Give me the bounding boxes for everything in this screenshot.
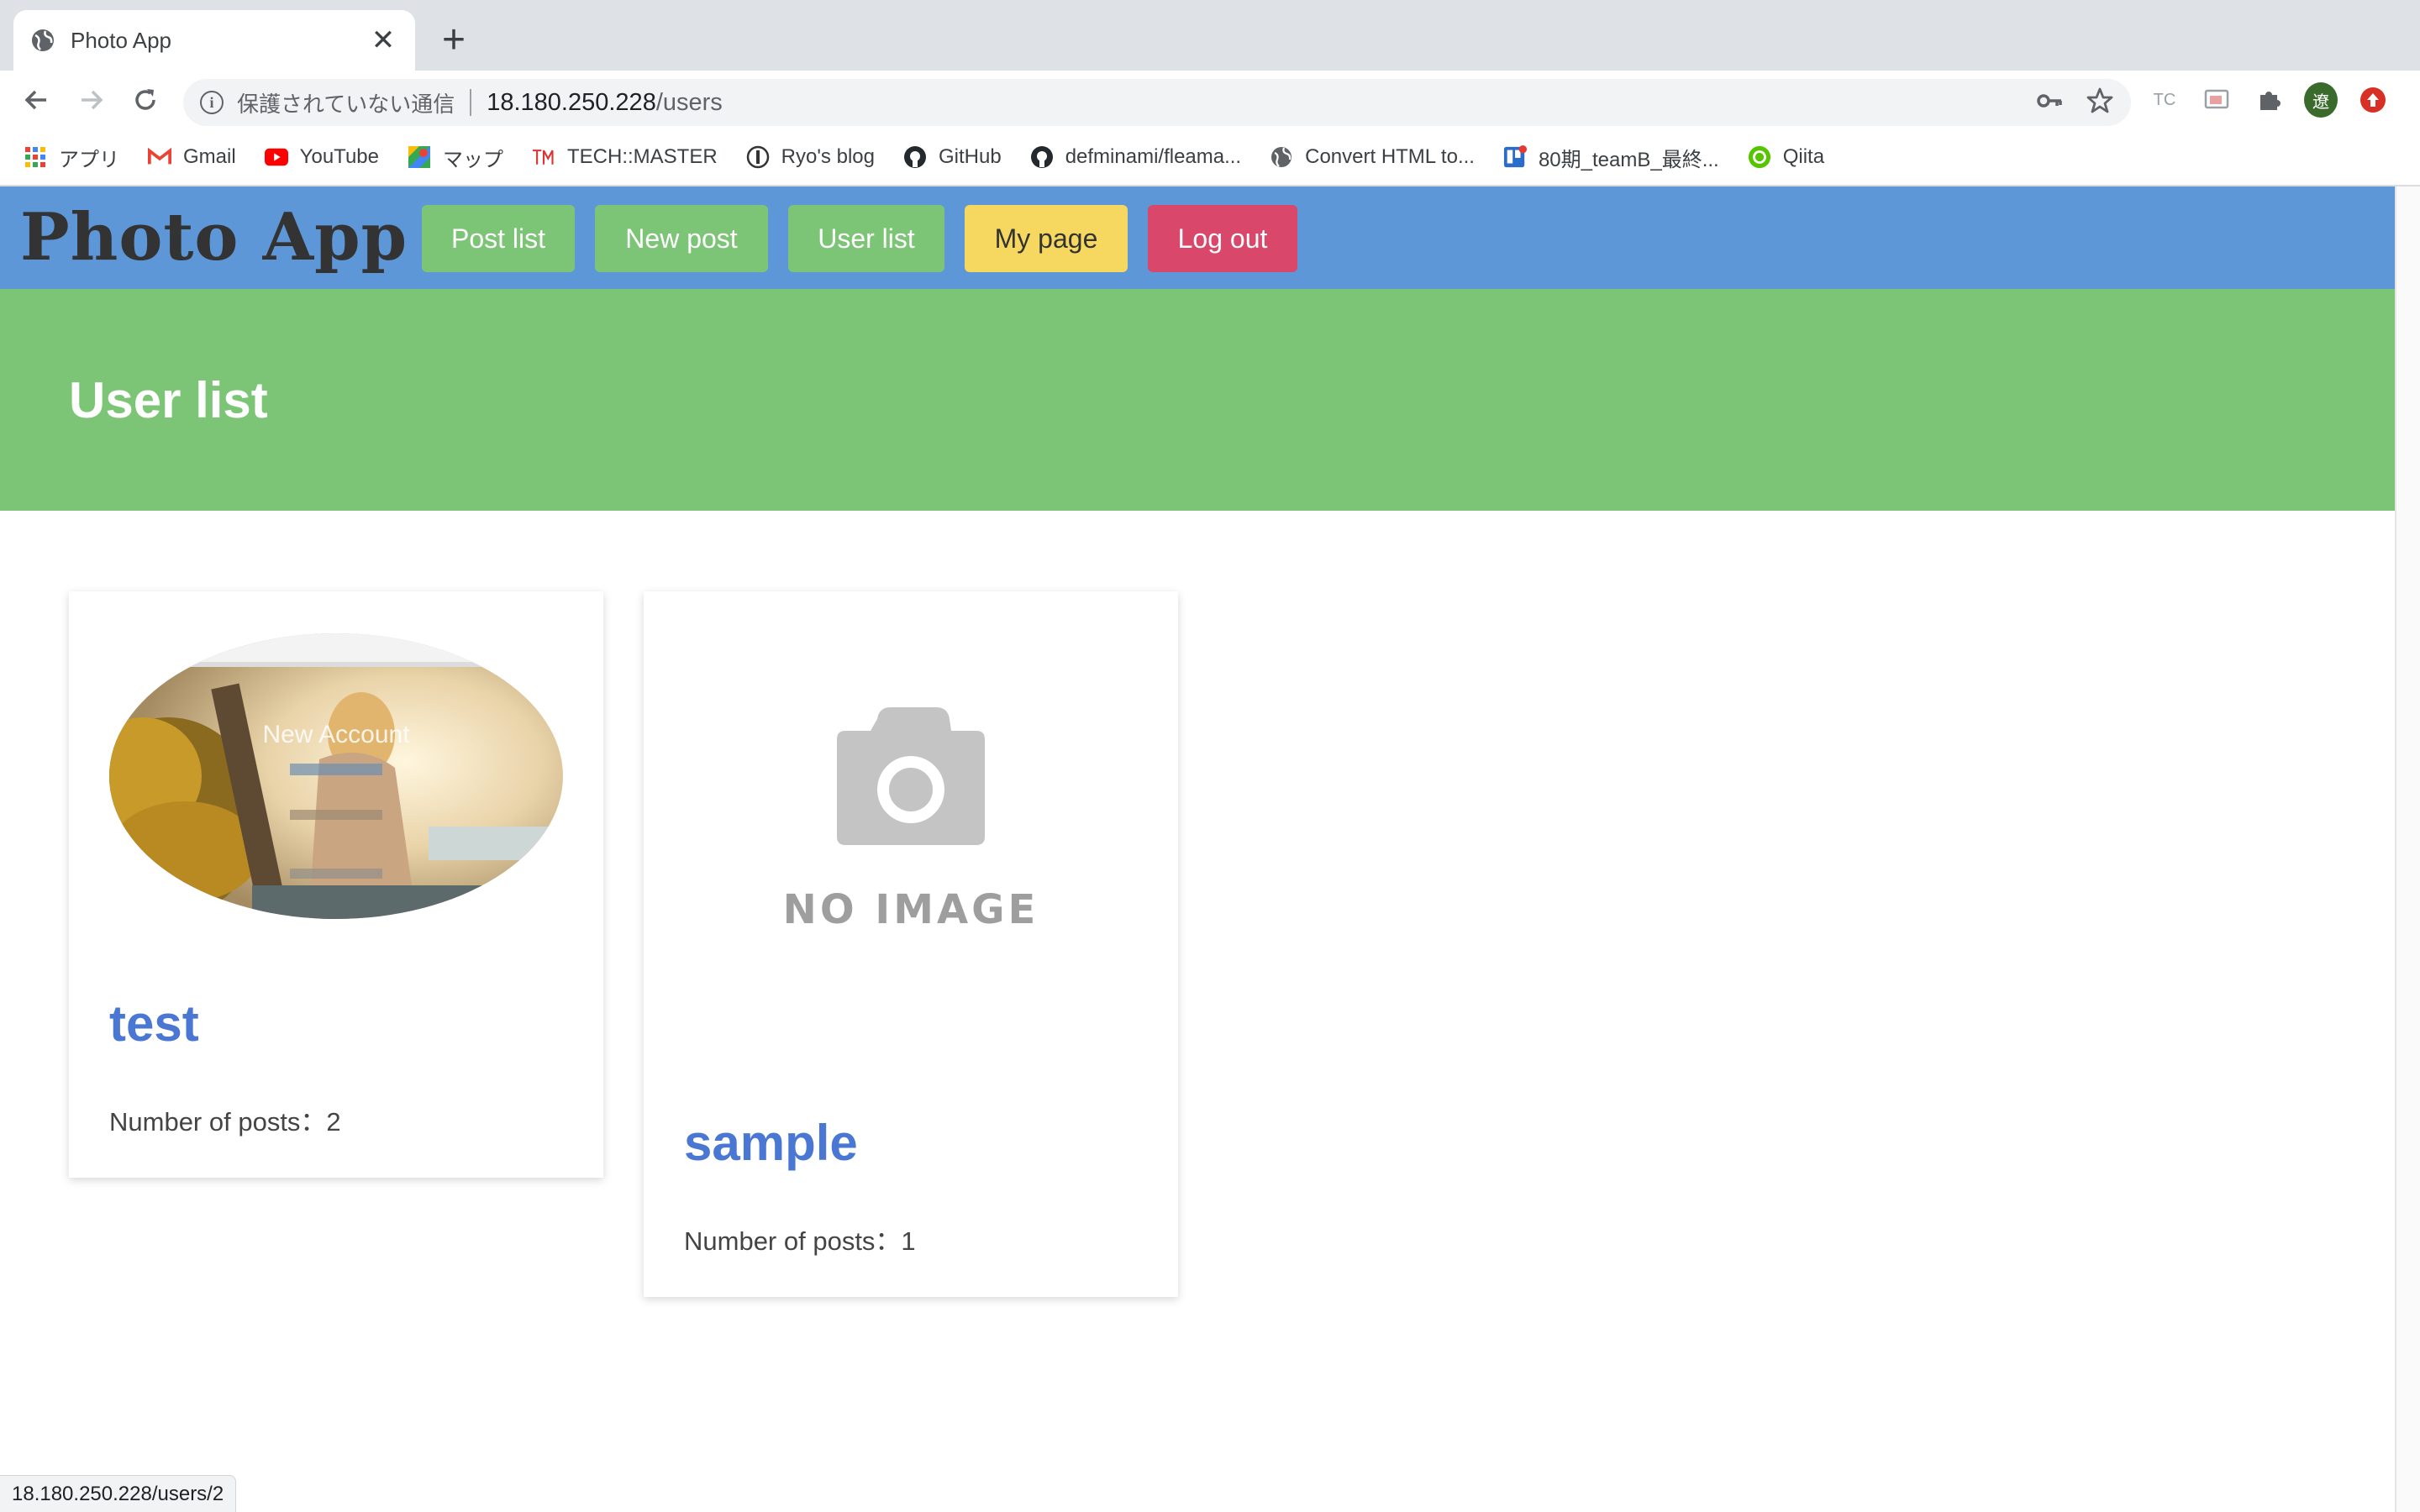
new-post-button[interactable]: New post	[595, 205, 768, 272]
address-actions	[2035, 86, 2114, 119]
bookmark-gmail[interactable]: Gmail	[148, 145, 236, 169]
bookmarks-bar: アプリ Gmail YouTube マップ TECH::MASTER Ryo's…	[0, 129, 2420, 186]
security-warning: 保護されていない通信	[237, 91, 455, 117]
status-bar-url: 18.180.250.228/users/2	[0, 1475, 237, 1512]
globe-icon	[30, 28, 55, 53]
page-title: User list	[69, 372, 268, 428]
bookmark-github[interactable]: GitHub	[903, 145, 1002, 169]
bookmark-label: Qiita	[1782, 145, 1825, 168]
url-path: /users	[655, 88, 723, 116]
app-navbar: Photo App Post list New post User list M…	[0, 186, 2395, 289]
update-icon[interactable]	[2356, 83, 2390, 117]
github-icon	[1030, 145, 1054, 169]
post-list-button[interactable]: Post list	[422, 205, 575, 272]
info-icon[interactable]: i	[200, 91, 224, 114]
bookmark-label: YouTube	[299, 145, 379, 168]
reload-icon[interactable]	[128, 82, 163, 118]
key-icon[interactable]	[2035, 87, 2064, 119]
back-arrow-icon[interactable]	[18, 82, 54, 118]
gmail-icon	[148, 145, 171, 169]
no-image-text: NO IMAGE	[783, 886, 1039, 933]
blog-icon	[746, 145, 770, 169]
image-caption: New Account	[262, 721, 410, 748]
address-bar[interactable]: i 保護されていない通信 18.180.250.228/users	[183, 79, 2131, 126]
bookmark-apps[interactable]: アプリ	[24, 143, 119, 172]
browser-tabstrip: Photo App ✕ +	[0, 0, 2420, 71]
post-count: Number of posts：1	[684, 1226, 916, 1256]
forward-arrow-icon[interactable]	[74, 82, 109, 118]
tc-extension-icon[interactable]: TC	[2148, 83, 2181, 117]
browser-tab[interactable]: Photo App ✕	[13, 10, 415, 71]
bookmark-label: Ryo's blog	[781, 145, 875, 168]
browser-toolbar: i 保護されていない通信 18.180.250.228/users	[0, 71, 2420, 129]
bookmark-qiita[interactable]: Qiita	[1748, 145, 1824, 169]
post-count: Number of posts：2	[109, 1107, 341, 1137]
my-page-button[interactable]: My page	[965, 205, 1128, 272]
app-brand[interactable]: Photo App	[20, 198, 408, 277]
cast-extension-icon[interactable]	[2200, 83, 2233, 117]
user-card: New Account test Number of posts：2	[69, 591, 603, 1178]
camera-icon	[837, 707, 985, 845]
page-hero: User list	[0, 289, 2395, 511]
bookmark-label: アプリ	[59, 148, 119, 171]
page-viewport: Photo App Post list New post User list M…	[0, 186, 2395, 1512]
user-list-button[interactable]: User list	[788, 205, 944, 272]
bookmark-star-icon[interactable]	[2086, 87, 2114, 119]
globe-icon	[1270, 145, 1293, 169]
user-card: NO IMAGE sample Number of posts：1	[644, 591, 1178, 1297]
no-image-placeholder[interactable]: NO IMAGE	[684, 692, 1138, 978]
techmaster-icon	[532, 145, 555, 169]
github-icon	[903, 145, 927, 169]
qiita-icon	[1748, 145, 1771, 169]
extensions-area: TC 遼	[2148, 79, 2390, 121]
bookmark-techmaster[interactable]: TECH::MASTER	[532, 145, 718, 169]
url-host: 18.180.250.228	[487, 88, 656, 116]
bookmark-label: Gmail	[183, 145, 236, 168]
apps-grid-icon	[24, 145, 47, 169]
bookmark-label: GitHub	[938, 145, 1002, 168]
user-name-link[interactable]: sample	[684, 1114, 858, 1172]
bookmark-label: マップ	[442, 148, 503, 171]
puzzle-extensions-icon[interactable]	[2252, 83, 2286, 117]
maps-icon	[408, 145, 431, 169]
bookmark-convert-html[interactable]: Convert HTML to...	[1270, 145, 1475, 169]
bookmark-label: 80期_teamB_最終...	[1538, 148, 1719, 171]
close-tab-icon[interactable]: ✕	[368, 25, 398, 55]
user-name-link[interactable]: test	[109, 995, 199, 1053]
bookmark-youtube[interactable]: YouTube	[264, 145, 379, 169]
youtube-icon	[264, 145, 288, 169]
bookmark-teamb[interactable]: 80期_teamB_最終...	[1503, 143, 1719, 172]
bookmark-label: defminami/fleama...	[1065, 145, 1242, 168]
bookmark-ryos-blog[interactable]: Ryo's blog	[746, 145, 875, 169]
profile-avatar[interactable]: 遼	[2304, 82, 2338, 118]
profile-initial: 遼	[2304, 82, 2338, 118]
address-divider	[470, 89, 472, 116]
bookmark-defminami[interactable]: defminami/fleama...	[1030, 145, 1241, 169]
new-tab-button[interactable]: +	[437, 20, 471, 60]
tab-title: Photo App	[71, 27, 171, 53]
trello-icon	[1503, 145, 1527, 169]
bookmark-maps[interactable]: マップ	[408, 143, 503, 172]
bookmark-label: TECH::MASTER	[566, 145, 718, 168]
bookmark-label: Convert HTML to...	[1305, 145, 1475, 168]
page-scrollbar[interactable]	[2395, 186, 2420, 1512]
user-photo[interactable]: New Account	[109, 633, 563, 919]
log-out-button[interactable]: Log out	[1148, 205, 1297, 272]
